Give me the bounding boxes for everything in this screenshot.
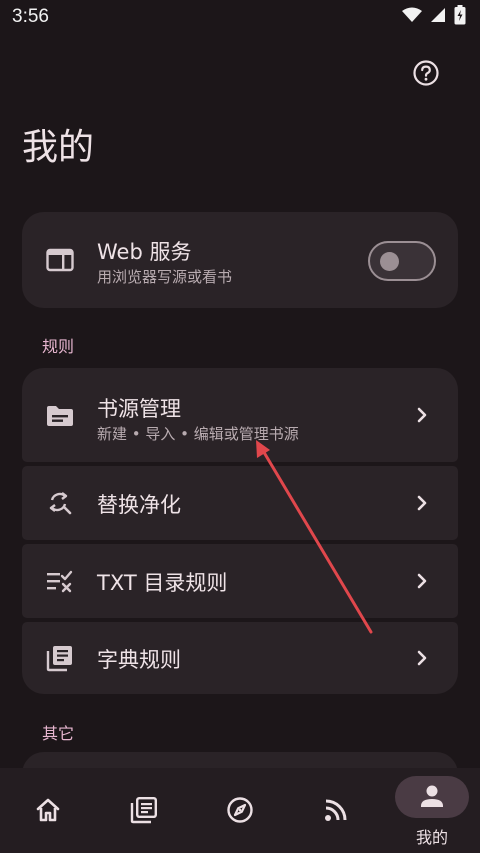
- web-window-icon: [46, 246, 74, 274]
- nav-bookshelf[interactable]: [96, 768, 192, 853]
- signal-icon: [430, 7, 446, 27]
- rule-title: 书源管理: [97, 397, 181, 421]
- nav-profile[interactable]: 我的: [384, 768, 480, 853]
- status-icons: [402, 5, 466, 29]
- status-bar: 3:56: [0, 0, 480, 34]
- web-service-toggle[interactable]: [368, 241, 436, 281]
- chevron-right-icon: [412, 493, 432, 513]
- help-circle-icon: [412, 59, 440, 91]
- rules-section-label: 规则: [42, 337, 75, 356]
- home-icon: [34, 796, 62, 824]
- nav-profile-label: 我的: [415, 828, 448, 847]
- folder-icon: [46, 402, 74, 430]
- other-section-label: 其它: [42, 724, 75, 743]
- profile-icon: [418, 782, 446, 810]
- library-icon: [130, 796, 158, 824]
- rule-row-txt-toc[interactable]: TXT 目录规则: [22, 544, 458, 618]
- toc-icon: [46, 567, 74, 595]
- web-service-card[interactable]: Web 服务 用浏览器写源或看书: [22, 212, 458, 308]
- status-time: 3:56: [12, 6, 49, 27]
- rule-row-book-source[interactable]: 书源管理 新建 • 导入 • 编辑或管理书源: [22, 368, 458, 462]
- rule-title: TXT 目录规则: [97, 571, 228, 595]
- rule-title: 字典规则: [97, 648, 181, 672]
- dictionary-icon: [46, 644, 74, 672]
- web-service-title: Web 服务: [97, 240, 192, 264]
- find-replace-icon: [46, 489, 74, 517]
- chevron-right-icon: [412, 405, 432, 425]
- chevron-right-icon: [412, 571, 432, 591]
- rss-icon: [322, 796, 350, 824]
- page-title: 我的: [22, 127, 95, 168]
- web-service-subtitle: 用浏览器写源或看书: [97, 268, 233, 286]
- wifi-icon: [402, 7, 422, 27]
- help-button[interactable]: [409, 58, 443, 92]
- rule-subtitle: 新建 • 导入 • 编辑或管理书源: [97, 425, 299, 443]
- nav-home[interactable]: [0, 768, 96, 853]
- rules-list: 书源管理 新建 • 导入 • 编辑或管理书源 替换净化 TXT 目录规则 字典规…: [22, 368, 458, 694]
- battery-icon: [454, 5, 466, 29]
- rule-title: 替换净化: [97, 493, 181, 517]
- rule-row-dictionary[interactable]: 字典规则: [22, 622, 458, 694]
- nav-rss[interactable]: [288, 768, 384, 853]
- compass-icon: [226, 796, 254, 824]
- rule-row-replace[interactable]: 替换净化: [22, 466, 458, 540]
- toggle-knob: [380, 252, 399, 271]
- chevron-right-icon: [412, 648, 432, 668]
- nav-explore[interactable]: [192, 768, 288, 853]
